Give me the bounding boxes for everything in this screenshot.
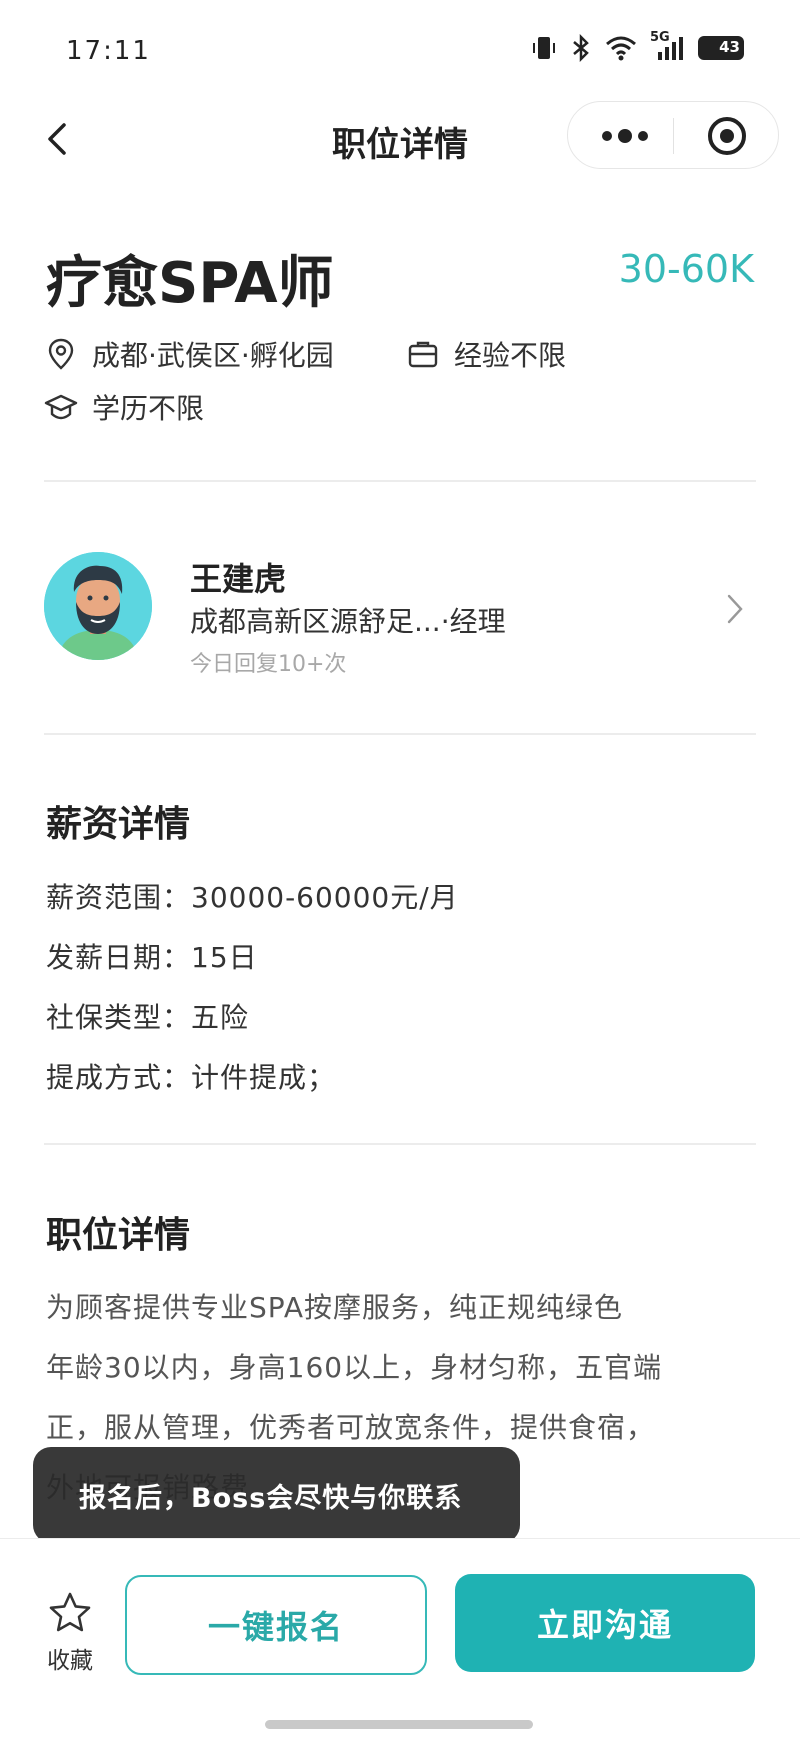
- avatar-illustration: [44, 552, 152, 660]
- capsule-divider: [673, 118, 674, 154]
- job-location: 成都·武侯区·孵化园: [44, 334, 334, 374]
- recruiter-name: 王建虎: [190, 560, 287, 598]
- signal-icon: [658, 37, 683, 60]
- star-icon: [49, 1592, 91, 1632]
- job-salary: 30-60K: [618, 247, 754, 291]
- salary-range: 薪资范围：30000-60000元/月: [46, 881, 459, 914]
- avatar: [44, 552, 152, 660]
- vibrate-icon: [533, 37, 555, 59]
- briefcase-icon: [408, 341, 438, 368]
- signal-indicator: 5G: [650, 30, 686, 62]
- salary-details-title: 薪资详情: [46, 804, 191, 845]
- favorite-label: 收藏: [47, 1648, 93, 1674]
- commission-type: 提成方式：计件提成；: [46, 1061, 337, 1094]
- experience-text: 经验不限: [454, 339, 567, 372]
- more-icon[interactable]: [590, 116, 660, 156]
- one-click-apply-button[interactable]: 一键报名: [125, 1575, 427, 1675]
- home-indicator: [265, 1720, 533, 1729]
- favorite-button[interactable]: 收藏: [42, 1591, 98, 1675]
- pay-date: 发薪日期：15日: [46, 941, 258, 974]
- recruiter-company: 成都高新区源舒足...·经理: [190, 605, 506, 638]
- status-bar: 17:11 5G 43: [0, 0, 800, 100]
- navigation-bar: 职位详情: [0, 95, 800, 185]
- chevron-right-icon: [727, 594, 743, 624]
- bluetooth-icon: [573, 34, 589, 62]
- wifi-icon: [606, 36, 636, 61]
- description-line: 为顾客提供专业SPA按摩服务，纯正规纯绿色: [46, 1291, 624, 1324]
- recruiter-card[interactable]: 王建虎 成都高新区源舒足...·经理 今日回复10+次: [44, 552, 756, 677]
- status-icons: 5G 43: [530, 30, 744, 62]
- location-pin-icon: [48, 338, 74, 370]
- location-text: 成都·武侯区·孵化园: [92, 339, 334, 372]
- job-education: 学历不限: [44, 387, 204, 427]
- recruiter-reply-count: 今日回复10+次: [190, 652, 347, 677]
- graduation-cap-icon: [44, 394, 78, 420]
- battery-level: 43: [719, 38, 740, 56]
- job-title: 疗愈SPA师: [46, 251, 334, 316]
- status-time: 17:11: [66, 36, 151, 66]
- divider: [44, 480, 756, 482]
- insurance-type: 社保类型：五险: [46, 1001, 250, 1034]
- education-text: 学历不限: [92, 392, 205, 425]
- close-program-icon[interactable]: [706, 115, 748, 157]
- job-experience: 经验不限: [406, 334, 566, 374]
- bottom-action-bar: 收藏 一键报名 立即沟通: [0, 1538, 800, 1745]
- description-line: 年龄30以内，身高160以上，身材匀称，五官端: [46, 1351, 663, 1384]
- mini-program-capsule: [567, 101, 779, 169]
- apply-tooltip: 报名后，Boss会尽快与你联系: [33, 1447, 520, 1543]
- divider: [44, 733, 756, 735]
- chat-now-button[interactable]: 立即沟通: [455, 1574, 755, 1672]
- job-details-title: 职位详情: [46, 1215, 191, 1256]
- divider: [44, 1143, 756, 1145]
- battery-icon: 43: [698, 36, 744, 60]
